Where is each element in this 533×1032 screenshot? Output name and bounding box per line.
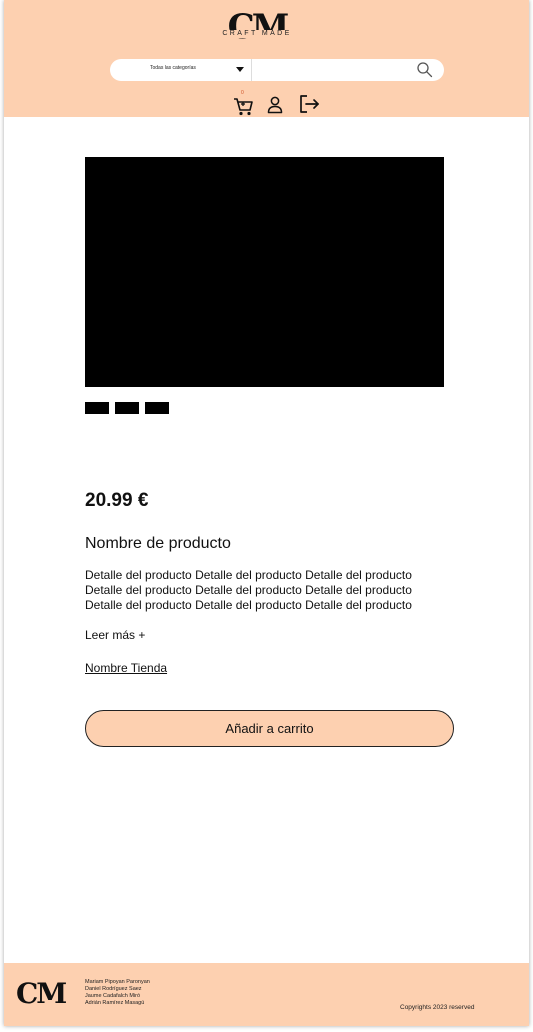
product-thumbnail[interactable] [115,402,139,414]
product-thumbnail[interactable] [145,402,169,414]
product-price: 20.99 € [85,490,149,511]
cart-button[interactable]: 0 [233,90,255,116]
logo-mark: CM [227,7,290,47]
footer-logo: CM [16,977,67,1010]
description-line: Detalle del producto Detalle del product… [85,568,412,582]
add-to-cart-button[interactable]: Añadir a carrito [85,710,454,747]
header: CM CRAFT MADE Todas las categorías 0 [4,0,529,117]
product-image [85,157,444,387]
logo-tagline: CRAFT MADE [212,30,302,38]
category-select[interactable]: Todas las categorías [110,59,252,81]
logout-icon [300,95,319,113]
cart-icon [234,98,253,116]
copyright-text: Copyrights 2023 reserved [400,1004,475,1011]
store-link[interactable]: Nombre Tienda [85,661,167,675]
product-description: Detalle del producto Detalle del product… [85,568,465,613]
description-line: Detalle del producto Detalle del product… [85,583,412,597]
authors-list: Mariam Pipoyan Paronyan Daniel Rodríguez… [85,979,150,1007]
page-frame: CM CRAFT MADE Todas las categorías 0 20.… [4,0,529,1026]
author-name: Mariam Pipoyan Paronyan [85,979,150,985]
search-icon[interactable] [416,61,434,79]
chevron-down-icon [236,67,244,72]
author-name: Daniel Rodríguez Saez [85,986,142,992]
user-icon [267,96,283,114]
category-select-label: Todas las categorías [150,65,196,71]
footer: CM Mariam Pipoyan Paronyan Daniel Rodríg… [4,963,529,1026]
user-button[interactable] [267,96,283,114]
logout-button[interactable] [299,94,321,114]
product-thumbnail[interactable] [85,402,109,414]
author-name: Adrián Ramírez Masagú [85,1000,145,1006]
description-line: Detalle del producto Detalle del product… [85,598,412,612]
logo[interactable]: CM CRAFT MADE [212,10,302,50]
product-name: Nombre de producto [85,535,231,552]
search-input[interactable] [256,61,406,79]
read-more-link[interactable]: Leer más + [85,628,145,642]
search-bar: Todas las categorías [110,59,444,81]
author-name: Jaume Cadafalch Miró [85,993,141,999]
